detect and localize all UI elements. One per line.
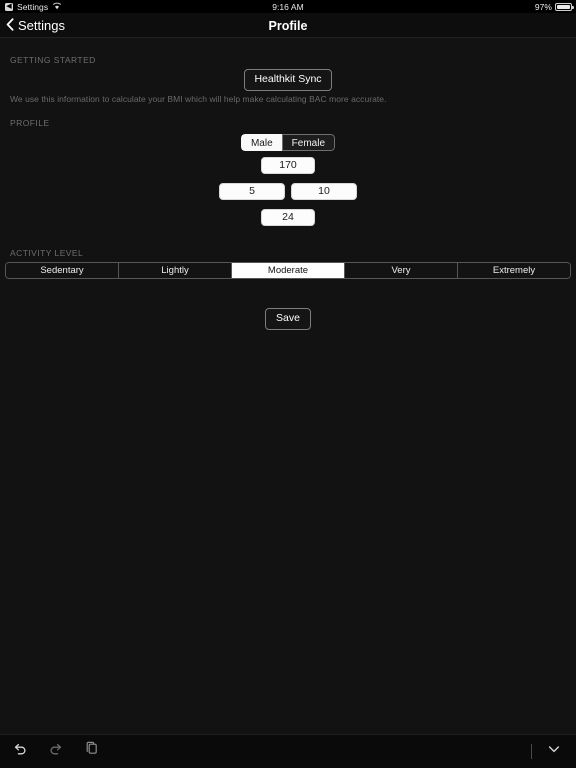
keyboard-accessory-toolbar	[0, 734, 576, 768]
weight-feet-input[interactable]: 5	[219, 183, 285, 200]
weight-row: 5 10	[0, 183, 576, 200]
status-bar: ◀ Settings 9:16 AM 97%	[0, 0, 576, 13]
copy-icon[interactable]	[84, 741, 100, 762]
navigation-bar: Settings Profile	[0, 13, 576, 38]
height-row: 170	[0, 157, 576, 174]
gender-option-male[interactable]: Male	[240, 134, 282, 151]
battery-percent-label: 97%	[534, 1, 552, 12]
gender-option-female[interactable]: Female	[281, 134, 336, 151]
undo-icon[interactable]	[12, 741, 28, 762]
battery-icon	[555, 2, 574, 11]
activity-option-lightly[interactable]: Lightly	[119, 263, 232, 278]
save-button[interactable]: Save	[265, 308, 311, 330]
chevron-down-icon[interactable]	[546, 741, 562, 762]
activity-level-segmented-control[interactable]: Sedentary Lightly Moderate Very Extremel…	[5, 262, 571, 279]
toolbar-left-group	[12, 741, 100, 762]
gender-row: Male Female	[0, 134, 576, 151]
toolbar-right-group	[531, 741, 562, 762]
bmi-helper-text: We use this information to calculate you…	[10, 94, 387, 104]
section-header-profile: PROFILE	[10, 118, 50, 128]
height-input[interactable]: 170	[261, 157, 315, 174]
status-bar-time: 9:16 AM	[272, 1, 304, 12]
gender-segmented-control[interactable]: Male Female	[240, 134, 336, 151]
healthkit-sync-row: Healthkit Sync	[0, 69, 576, 91]
app-screen: ◀ Settings 9:16 AM 97% Settings Profile …	[0, 0, 576, 768]
activity-option-sedentary[interactable]: Sedentary	[6, 263, 119, 278]
activity-option-very[interactable]: Very	[345, 263, 458, 278]
healthkit-sync-button[interactable]: Healthkit Sync	[244, 69, 332, 91]
redo-icon[interactable]	[48, 741, 64, 762]
save-row: Save	[0, 308, 576, 330]
page-title: Profile	[268, 18, 308, 33]
toolbar-divider	[531, 744, 532, 759]
activity-option-extremely[interactable]: Extremely	[458, 263, 570, 278]
age-input[interactable]: 24	[261, 209, 315, 226]
age-row: 24	[0, 209, 576, 226]
section-header-getting-started: GETTING STARTED	[10, 55, 96, 65]
status-bar-right: 97%	[534, 1, 574, 12]
section-header-activity-level: ACTIVITY LEVEL	[10, 248, 84, 258]
weight-inches-input[interactable]: 10	[291, 183, 357, 200]
activity-option-moderate[interactable]: Moderate	[232, 263, 345, 278]
content-area: GETTING STARTED Healthkit Sync We use th…	[0, 38, 576, 734]
